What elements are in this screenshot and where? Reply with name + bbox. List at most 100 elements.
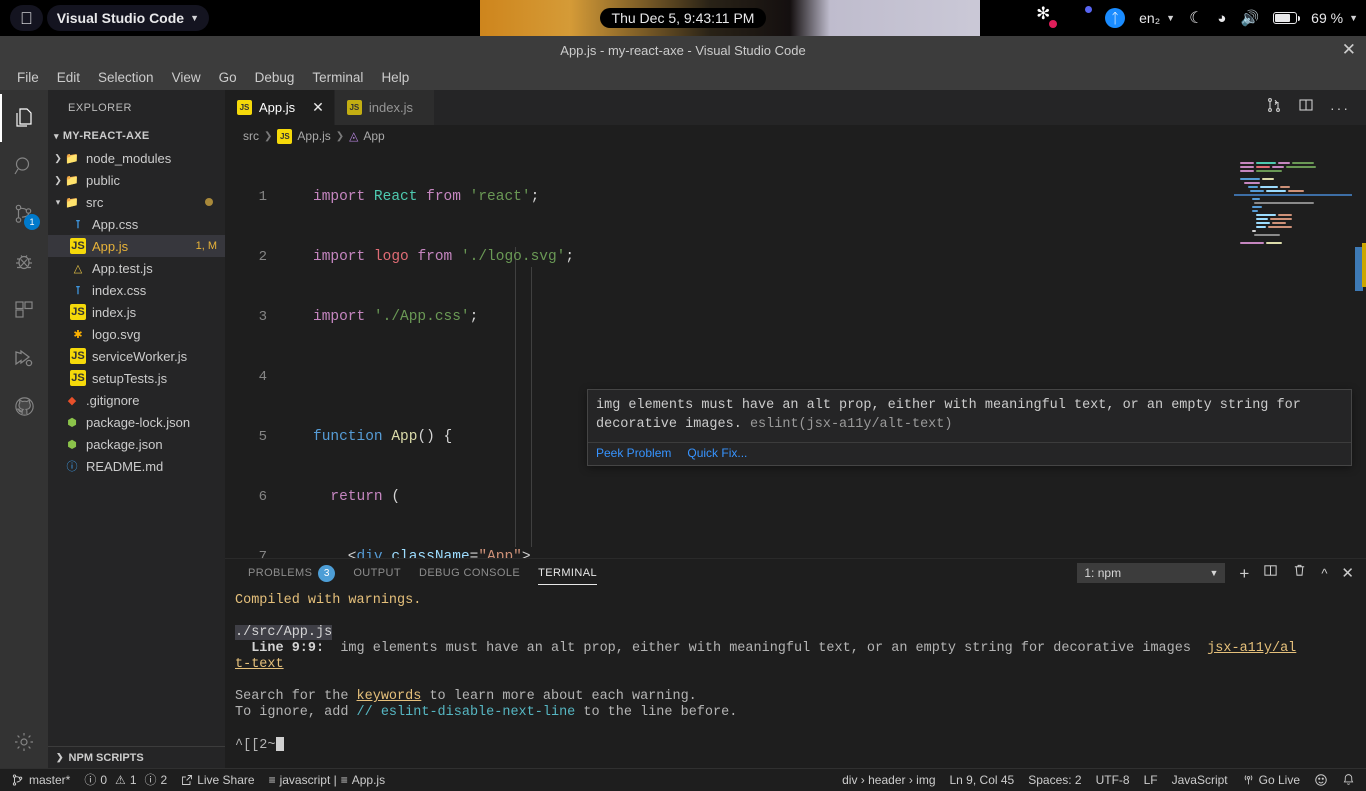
tree-item-public[interactable]: ❯ 📁 public	[48, 169, 225, 191]
status-bar: master* ⓘ 0 ⚠ 1 ⓘ 2 Live Share ≡ javascr…	[0, 768, 1366, 790]
close-icon[interactable]: ✕	[312, 99, 324, 116]
tree-item-src[interactable]: ▾ 📁 src	[48, 191, 225, 213]
tab-terminal[interactable]: TERMINAL	[529, 559, 606, 587]
battery-percent[interactable]: 69 % ▼	[1311, 10, 1358, 26]
bluetooth-icon[interactable]: ᛏ	[1105, 8, 1126, 28]
tree-item-package-json[interactable]: ⬢ package.json	[48, 433, 225, 455]
status-problems[interactable]: ⓘ 0 ⚠ 1 ⓘ 2	[77, 769, 174, 791]
editor-scrollbar[interactable]	[1352, 147, 1366, 558]
volume-icon[interactable]: 🔊	[1240, 9, 1259, 27]
tree-item-package-lock-json[interactable]: ⬢ package-lock.json	[48, 411, 225, 433]
discord-icon[interactable]	[1069, 6, 1093, 27]
menu-selection[interactable]: Selection	[89, 67, 163, 88]
minimap[interactable]	[1234, 147, 1352, 558]
do-not-disturb-icon[interactable]: ☾	[1189, 8, 1203, 28]
tab-output[interactable]: OUTPUT	[344, 559, 410, 587]
menu-view[interactable]: View	[163, 67, 210, 88]
more-actions-icon[interactable]: ···	[1330, 100, 1350, 116]
breadcrumb-file[interactable]: App.js	[297, 129, 330, 143]
tree-item-index-js[interactable]: JS index.js	[48, 301, 225, 323]
problem-hover-widget[interactable]: img elements must have an alt prop, eith…	[587, 389, 1352, 466]
status-cursor-position[interactable]: Ln 9, Col 45	[943, 769, 1022, 791]
terminal-keywords-link[interactable]: keywords	[357, 689, 422, 704]
bell-icon	[1343, 774, 1354, 785]
menu-help[interactable]: Help	[372, 67, 418, 88]
quick-fix-link[interactable]: Quick Fix...	[687, 446, 747, 460]
status-language-mode[interactable]: JavaScript	[1165, 769, 1235, 791]
explorer-project-header[interactable]: ▾ MY-REACT-AXE	[48, 125, 225, 147]
activity-extensions[interactable]	[0, 286, 48, 334]
source-control-icon	[12, 773, 23, 786]
menu-terminal[interactable]: Terminal	[303, 67, 372, 88]
status-branch[interactable]: master*	[4, 769, 77, 791]
new-terminal-icon[interactable]: +	[1239, 565, 1249, 582]
terminal-rule-link[interactable]: jsx-a11y/al	[1207, 641, 1296, 656]
tree-item-setuptests-js[interactable]: JS setupTests.js	[48, 367, 225, 389]
menu-debug[interactable]: Debug	[246, 67, 304, 88]
activity-source-control[interactable]: 1	[0, 190, 48, 238]
activity-settings[interactable]	[0, 720, 48, 768]
status-indentation[interactable]: Spaces: 2	[1021, 769, 1088, 791]
status-feedback[interactable]	[1307, 769, 1335, 791]
terminal-rule-link-cont[interactable]: t-text	[235, 657, 284, 672]
tree-item-app-js[interactable]: JS App.js 1, M	[48, 235, 225, 257]
tab-app-js[interactable]: JS App.js ✕	[225, 90, 335, 125]
tree-item-node_modules[interactable]: ❯ 📁 node_modules	[48, 147, 225, 169]
status-go-live[interactable]: Go Live	[1235, 769, 1307, 791]
close-icon[interactable]: ✕	[1342, 36, 1356, 64]
slack-icon[interactable]	[1036, 4, 1058, 28]
peek-problem-link[interactable]: Peek Problem	[596, 446, 671, 460]
split-terminal-icon[interactable]	[1263, 563, 1278, 583]
app-menu-title[interactable]: Visual Studio Code ▼	[46, 5, 209, 31]
menu-edit[interactable]: Edit	[48, 67, 89, 88]
tab-debug-console[interactable]: DEBUG CONSOLE	[410, 559, 529, 587]
npm-scripts-section[interactable]: ❯ NPM SCRIPTS	[48, 746, 225, 768]
activity-live-share[interactable]	[0, 334, 48, 382]
battery-icon[interactable]	[1273, 12, 1301, 24]
activity-search[interactable]	[0, 142, 48, 190]
activity-github[interactable]	[0, 382, 48, 430]
apple-menu[interactable]: 	[10, 5, 43, 31]
tree-item-readme-md[interactable]: ⓘ README.md	[48, 455, 225, 477]
wifi-icon[interactable]: ◕	[1217, 10, 1226, 27]
status-notifications[interactable]	[1335, 769, 1362, 791]
line-number: 2	[258, 249, 267, 265]
sidebar-title: EXPLORER	[68, 101, 132, 114]
activity-explorer[interactable]	[0, 94, 48, 142]
tree-item-app-css[interactable]: ⊺ App.css	[48, 213, 225, 235]
close-panel-icon[interactable]: ✕	[1341, 564, 1354, 582]
status-live-share[interactable]: Live Share	[174, 769, 261, 791]
maximize-panel-icon[interactable]: ^	[1321, 566, 1327, 581]
tree-item-logo-svg[interactable]: ✱ logo.svg	[48, 323, 225, 345]
breadcrumb-symbol[interactable]: App	[363, 129, 384, 143]
terminal-select[interactable]: 1: npm ▼	[1077, 563, 1226, 583]
tab-problems[interactable]: PROBLEMS 3	[239, 559, 344, 587]
code-editor[interactable]: 1 import React from 'react'; 2 import lo…	[225, 147, 1366, 558]
tree-item-gitignore[interactable]: ◆ .gitignore	[48, 389, 225, 411]
breadcrumb-src[interactable]: src	[243, 129, 259, 143]
line-number: 5	[258, 429, 267, 445]
tree-item-label: index.js	[92, 304, 137, 320]
activity-debug[interactable]	[0, 238, 48, 286]
tree-item-serviceworker-js[interactable]: JS serviceWorker.js	[48, 345, 225, 367]
go-live-label: Go Live	[1258, 772, 1300, 787]
terminal-output[interactable]: Compiled with warnings. ./src/App.js Lin…	[225, 587, 1366, 768]
tab-index-js[interactable]: JS index.js	[334, 90, 435, 125]
status-javascript-outline[interactable]: ≡ javascript | ≡ App.js	[262, 769, 393, 791]
tree-item-app-test-js[interactable]: △ App.test.js	[48, 257, 225, 279]
code-lines: 1 import React from 'react'; 2 import lo…	[225, 147, 1366, 558]
menu-file[interactable]: File	[8, 67, 48, 88]
menu-go[interactable]: Go	[210, 67, 246, 88]
terminal-warn-label: Line 9:9:	[235, 641, 325, 656]
kill-terminal-icon[interactable]	[1292, 563, 1307, 583]
compare-changes-icon[interactable]	[1266, 97, 1282, 118]
status-eol[interactable]: LF	[1137, 769, 1165, 791]
chevron-down-icon: ▼	[1349, 13, 1358, 23]
tree-item-label: serviceWorker.js	[92, 348, 188, 364]
list-icon: ≡	[268, 772, 276, 787]
input-source-indicator[interactable]: en₂ ▼	[1139, 10, 1175, 26]
live-share-label: Live Share	[197, 772, 255, 787]
split-editor-icon[interactable]	[1298, 97, 1314, 118]
status-encoding[interactable]: UTF-8	[1089, 769, 1137, 791]
tree-item-index-css[interactable]: ⊺ index.css	[48, 279, 225, 301]
